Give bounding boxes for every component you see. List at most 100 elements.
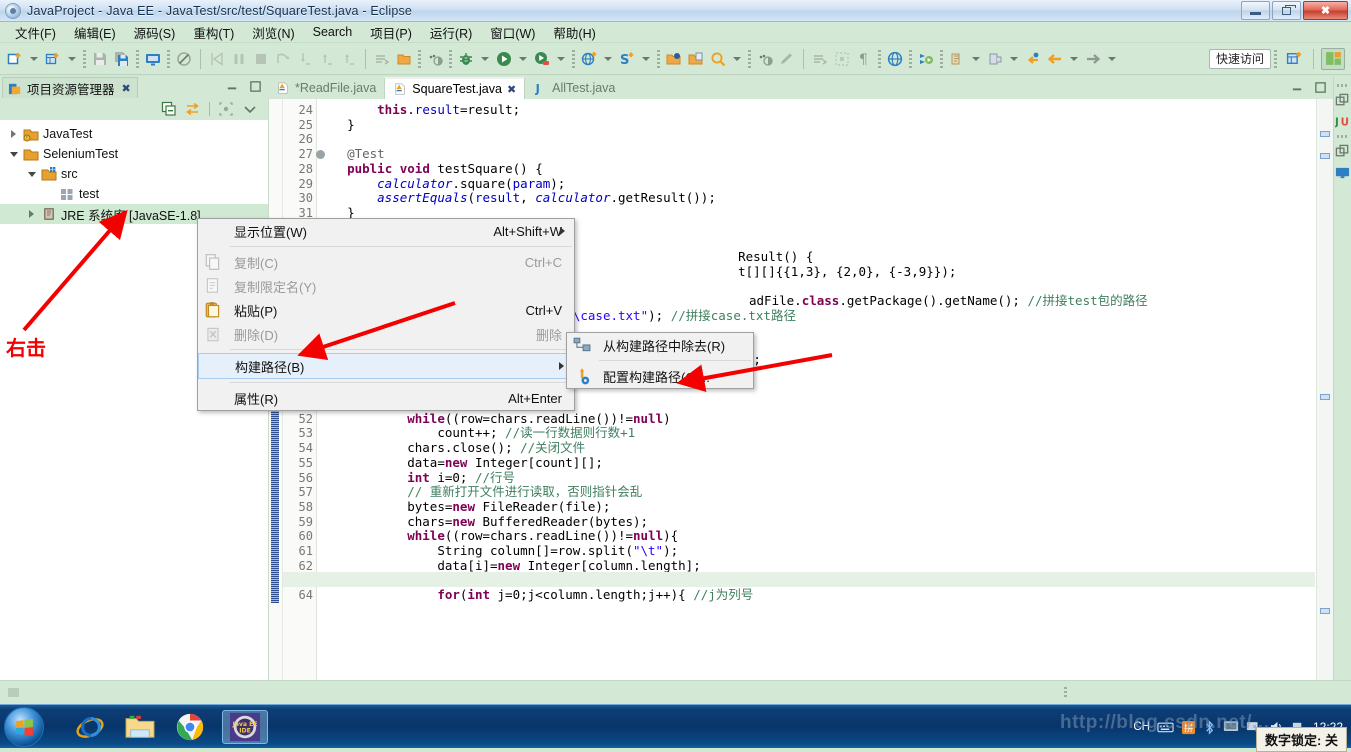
dropdown-caret[interactable] [1108, 56, 1116, 61]
context-menu-item-7[interactable]: 构建路径(B) [198, 353, 574, 379]
context-menu-item-9[interactable]: 属性(R) Alt+Enter [198, 386, 574, 410]
junit-view-icon[interactable]: J U [1335, 114, 1350, 129]
bluetooth-icon[interactable] [1203, 719, 1216, 735]
dropdown-caret[interactable] [604, 56, 612, 61]
tab-package-explorer[interactable]: 项目资源管理器 ✖ [2, 77, 138, 98]
toolbar-button[interactable] [173, 48, 195, 70]
toolbar-drag-handle[interactable] [167, 49, 170, 68]
toolbar-drag-handle[interactable] [449, 49, 452, 68]
toolbar-button[interactable] [228, 48, 250, 70]
open-task-icon[interactable] [396, 51, 412, 67]
context-menu[interactable]: 显示位置(W) Alt+Shift+W 复制(C) Ctrl+C 复制限定名(Y) 粘贴(… [197, 218, 575, 411]
menu-item-5[interactable]: Search [304, 23, 362, 41]
toggle-breakpoint-icon[interactable] [176, 51, 192, 67]
submenu-item-0[interactable]: 从构建路径中除去(R) [567, 333, 753, 357]
configure-build-path-icon[interactable] [573, 367, 591, 385]
jre-library-icon[interactable] [41, 206, 57, 222]
toolbar-button[interactable] [984, 48, 1006, 70]
toolbar-button[interactable] [531, 48, 553, 70]
tree-item-seleniumtest[interactable]: SeleniumTest [0, 144, 268, 164]
dropdown-caret[interactable] [519, 56, 527, 61]
dropdown-caret[interactable] [30, 56, 38, 61]
toolbar-button[interactable] [4, 48, 26, 70]
dropdown-caret[interactable] [68, 56, 76, 61]
tree-item-test[interactable]: test [0, 184, 268, 204]
toolbar-button[interactable] [884, 48, 906, 70]
toolbar-button[interactable] [685, 48, 707, 70]
menu-item-6[interactable]: 项目(P) [361, 21, 421, 44]
overview-marker[interactable] [1320, 131, 1330, 137]
context-menu-item-5[interactable]: 删除(D) 删除 [198, 322, 574, 346]
taskbar-internet-explorer-icon[interactable] [70, 710, 110, 744]
menu-bar[interactable]: 文件(F) 编辑(E) 源码(S) 重构(T) 浏览(N) Search 项目(P) 运行(R… [0, 22, 1351, 43]
toolbar-drag-handle[interactable] [1274, 49, 1277, 68]
skip-all-breakpoints-icon[interactable] [374, 51, 390, 67]
open-perspective-icon[interactable] [1286, 50, 1303, 67]
toolbar-button[interactable] [338, 48, 360, 70]
console-view-icon[interactable] [1335, 165, 1350, 180]
toolbar-button[interactable] [89, 48, 111, 70]
dropdown-caret[interactable] [642, 56, 650, 61]
fast-view-bar[interactable]: J U [1333, 76, 1351, 680]
restore-view-2-icon[interactable] [1335, 144, 1350, 159]
toolbar-drag-handle[interactable] [572, 49, 575, 68]
editor-tab-1[interactable]: SquareTest.java ✖ [384, 77, 526, 99]
java-project-icon[interactable] [23, 146, 39, 162]
menu-item-3[interactable]: 重构(T) [184, 21, 243, 44]
toolbar-button[interactable] [272, 48, 294, 70]
new-annotation-icon[interactable] [949, 51, 965, 67]
window-controls[interactable]: ✖ [1241, 1, 1348, 20]
toolbar-button[interactable] [316, 48, 338, 70]
toolbar-button[interactable] [455, 48, 477, 70]
menu-item-7[interactable]: 运行(R) [421, 21, 481, 44]
link-with-editor-icon[interactable] [185, 101, 201, 117]
open-resource-icon[interactable] [666, 51, 682, 67]
minimize-button[interactable] [1241, 1, 1270, 20]
panel-view-controls[interactable] [226, 80, 262, 93]
toolbar-button[interactable]: ¶ [853, 48, 875, 70]
build-path-submenu[interactable]: 从构建路径中除去(R) 配置构建路径(C)... [566, 332, 754, 389]
menu-item-9[interactable]: 帮助(H) [544, 21, 604, 44]
toolbar-drag-handle[interactable] [748, 49, 751, 68]
step-return-2-icon[interactable] [341, 51, 357, 67]
toolbar-button[interactable] [776, 48, 798, 70]
menu-item-0[interactable]: 文件(F) [6, 21, 65, 44]
overview-marker[interactable] [1320, 153, 1330, 159]
expand-arrow-icon[interactable] [26, 209, 37, 220]
toolbar-button[interactable] [707, 48, 729, 70]
maximize-icon[interactable] [249, 80, 262, 93]
dropdown-caret[interactable] [733, 56, 741, 61]
input-method-icon[interactable]: 拼 [1181, 720, 1196, 735]
toolbar-button[interactable] [142, 48, 164, 70]
close-button[interactable]: ✖ [1303, 1, 1348, 20]
overview-ruler[interactable] [1316, 99, 1333, 680]
junit-file-icon[interactable]: J [533, 81, 547, 95]
delete-icon[interactable] [204, 325, 222, 343]
forward-icon[interactable] [1085, 51, 1101, 67]
toolbar-drag-handle[interactable] [136, 49, 139, 68]
toolbar-drag-handle[interactable] [657, 49, 660, 68]
run-icon[interactable] [496, 51, 512, 67]
marker-icon[interactable] [834, 51, 850, 67]
remove-from-build-path-icon[interactable] [573, 336, 591, 354]
skip-all-breakpoints-icon[interactable] [812, 51, 828, 67]
focus-on-active-task-icon[interactable] [218, 101, 234, 117]
quick-access-input[interactable]: 快速访问 [1209, 48, 1271, 69]
toolbar-button[interactable] [294, 48, 316, 70]
copy-icon[interactable] [204, 253, 222, 271]
overview-marker[interactable] [1320, 608, 1330, 614]
overview-marker[interactable] [1320, 394, 1330, 400]
toolbar-button[interactable] [915, 48, 937, 70]
context-menu-item-4[interactable]: 粘贴(P) Ctrl+V [198, 298, 574, 322]
java-ee-perspective-icon[interactable] [1321, 47, 1345, 70]
save-all-icon[interactable] [114, 51, 130, 67]
restore-view-icon[interactable] [1335, 93, 1350, 108]
copy-qualified-name-icon[interactable] [204, 277, 222, 295]
taskbar-google-chrome-icon[interactable] [170, 710, 210, 744]
coverage-icon[interactable] [427, 51, 443, 67]
save-icon[interactable] [92, 51, 108, 67]
menu-item-2[interactable]: 源码(S) [125, 21, 185, 44]
toolbar-button[interactable] [663, 48, 685, 70]
new-wizard-icon[interactable] [7, 51, 23, 67]
new-web-project-icon[interactable] [581, 51, 597, 67]
